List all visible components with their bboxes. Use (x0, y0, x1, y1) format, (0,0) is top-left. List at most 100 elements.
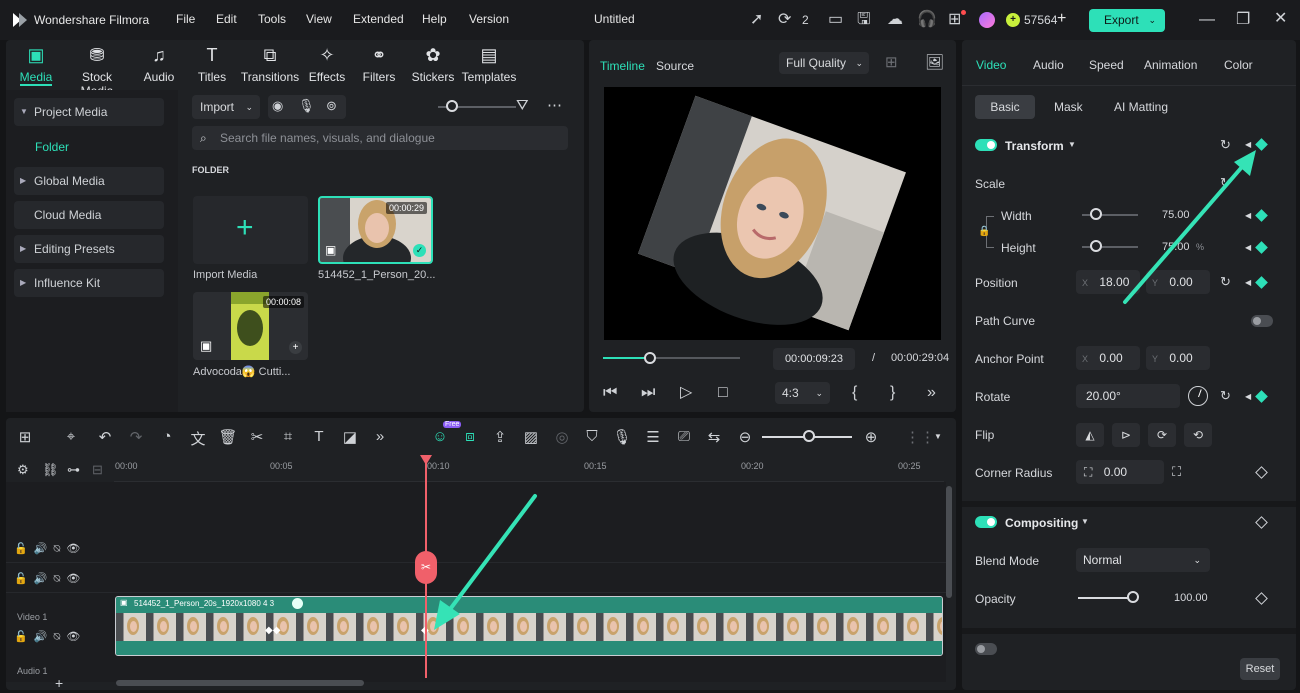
horizontal-scrollbar[interactable] (116, 680, 364, 686)
tab-effects[interactable]: ✧ Effects (297, 44, 357, 84)
media-clip-tile[interactable]: 00:00:08 ▣ + (193, 292, 308, 360)
snapshot-icon[interactable]: 🖼 (925, 55, 944, 70)
cloud-icon[interactable]: ☁ (887, 12, 903, 28)
opacity-value[interactable]: 100.00 (1174, 592, 1208, 604)
menu-tools[interactable]: Tools (258, 12, 286, 26)
timeline-settings-icon[interactable]: ⋮⋮ (905, 428, 935, 446)
filter-icon[interactable]: ⛛ (516, 98, 529, 113)
apps-grid-icon[interactable]: ⊞ (948, 12, 961, 28)
menu-view[interactable]: View (306, 12, 332, 26)
sidebar-item-global-media[interactable]: ▶ Global Media (14, 167, 164, 195)
tab-transitions[interactable]: ⧉ Transitions (239, 44, 301, 84)
keyframe-marker-icon[interactable]: ◆◆ (265, 625, 280, 636)
chevron-down-icon[interactable]: ▼ (934, 432, 942, 441)
import-dropdown[interactable]: Import ⌄ (192, 95, 260, 119)
send-icon[interactable]: ➚ (750, 12, 763, 28)
link-icon[interactable]: ⊶ (67, 463, 80, 476)
subtab-basic[interactable]: Basic (975, 95, 1035, 119)
timeline-ruler[interactable] (114, 456, 944, 482)
image-edit-icon[interactable]: ▨ (521, 428, 541, 446)
select-tool-icon[interactable]: ⌖ (61, 428, 81, 445)
track-controls[interactable]: 🔓 🔊 ⍉ 👁 (14, 542, 80, 556)
anchor-x-field[interactable]: X 0.00 (1076, 346, 1140, 370)
more-tools-icon[interactable]: » (370, 428, 390, 445)
shape-icon[interactable]: ◪ (340, 428, 360, 446)
mark-in-icon[interactable]: { (852, 385, 857, 401)
tab-timeline[interactable]: Timeline (600, 59, 645, 73)
timeline-zoom-knob[interactable] (803, 430, 815, 442)
microphone-icon[interactable]: 🎙 (298, 99, 315, 112)
menu-version[interactable]: Version (469, 12, 509, 26)
sidebar-item-cloud-media[interactable]: Cloud Media (14, 201, 164, 229)
media-clip-tile[interactable]: 00:00:29 ▣ ✓ (318, 196, 433, 264)
add-credits-icon[interactable]: + (1057, 10, 1066, 28)
text-to-speech-icon[interactable]: 文 (188, 428, 208, 449)
stop-icon[interactable]: □ (718, 385, 728, 401)
media-search-box[interactable]: ⌕ Search file names, visuals, and dialog… (192, 126, 568, 150)
shield-icon[interactable]: ⛉ (582, 428, 602, 445)
layout-icon[interactable]: ▭ (828, 12, 843, 28)
voice-icon[interactable]: ⊚ (326, 99, 337, 112)
redo-icon[interactable]: ↷ (126, 428, 146, 446)
undo-icon[interactable]: ↶ (95, 428, 115, 446)
render-icon[interactable]: ⟳ (778, 12, 791, 28)
export-clip-icon[interactable]: ⇪ (490, 428, 510, 446)
width-slider-knob[interactable] (1090, 208, 1102, 220)
tab-audio-props[interactable]: Audio (1033, 58, 1064, 72)
tab-speed[interactable]: Speed (1089, 58, 1124, 72)
corner-outer-icon[interactable]: ⛶ (1172, 465, 1181, 478)
track-controls[interactable]: 🔓 🔊 ⍉ 👁 (14, 572, 80, 586)
delete-icon[interactable]: 🗑 (218, 428, 238, 446)
tab-titles[interactable]: T Titles (182, 44, 242, 84)
tab-video[interactable]: Video (976, 58, 1006, 72)
save-icon[interactable]: 🖫 (857, 12, 871, 28)
speed-icon[interactable]: ◔ (157, 428, 177, 445)
compositing-toggle[interactable] (975, 516, 997, 528)
crop-icon[interactable]: ⌗ (278, 428, 298, 445)
text-tool-icon[interactable]: T (309, 428, 329, 445)
tab-audio[interactable]: ♫ Audio (129, 44, 189, 84)
playhead-knob[interactable] (643, 352, 656, 364)
audio-mixer-icon[interactable]: ☰ (643, 428, 663, 446)
tab-color[interactable]: Color (1224, 58, 1253, 72)
more-controls-icon[interactable]: » (927, 385, 936, 401)
zoom-in-icon[interactable]: ⊕ (861, 428, 881, 446)
tab-animation[interactable]: Animation (1144, 58, 1197, 72)
menu-help[interactable]: Help (422, 12, 447, 26)
subtab-ai-matting[interactable]: AI Matting (1114, 100, 1168, 114)
subtitles-icon[interactable]: ⎚ (674, 428, 694, 445)
minimize-icon[interactable]: — (1199, 12, 1215, 28)
caret-down-icon[interactable]: ▼ (1081, 517, 1089, 526)
ai-mate-icon[interactable]: ☺ (430, 428, 450, 445)
transform-toggle[interactable] (975, 139, 997, 151)
background-toggle[interactable] (975, 643, 997, 655)
menu-edit[interactable]: Edit (216, 12, 237, 26)
quality-dropdown[interactable]: Full Quality ⌄ (779, 52, 869, 74)
rotate-field[interactable]: 20.00° (1076, 384, 1180, 408)
more-icon[interactable]: ⋯ (547, 98, 562, 113)
opacity-slider[interactable] (1078, 597, 1134, 599)
import-media-tile[interactable]: + (193, 196, 308, 264)
auto-highlight-icon[interactable]: ⧈ (460, 428, 480, 445)
rotation-dial[interactable] (1188, 386, 1208, 406)
flip-vertical-button[interactable]: ⊳ (1112, 423, 1140, 447)
layout-grid-icon[interactable]: ⊞ (15, 428, 35, 446)
play-icon[interactable]: ▷ (680, 385, 692, 401)
prev-keyframe-icon[interactable]: ◀ (1245, 392, 1251, 401)
vertical-scrollbar[interactable] (946, 486, 952, 598)
corner-radius-field[interactable]: ⛶ 0.00 (1076, 460, 1164, 484)
timeline-gear-icon[interactable]: ⚙ (17, 463, 29, 476)
next-frame-icon[interactable]: ⏭ (641, 385, 655, 401)
sidebar-item-editing-presets[interactable]: ▶ Editing Presets (14, 235, 164, 263)
unlink-icon[interactable]: ⛓ (42, 463, 59, 476)
blend-mode-dropdown[interactable]: Normal ⌄ (1076, 548, 1210, 572)
sidebar-item-folder[interactable]: Folder (35, 140, 69, 154)
avatar[interactable] (979, 12, 995, 28)
grid-view-icon[interactable]: ⊞ (885, 55, 898, 70)
close-icon[interactable]: ✕ (1274, 11, 1287, 27)
export-button[interactable]: Export ⌄ (1089, 9, 1165, 32)
rotate-cw-button[interactable]: ⟳ (1148, 423, 1176, 447)
sidebar-item-influence-kit[interactable]: ▶ Influence Kit (14, 269, 164, 297)
tab-media[interactable]: ▣ Media (6, 44, 66, 84)
stabilize-icon[interactable]: ◎ (552, 428, 572, 446)
